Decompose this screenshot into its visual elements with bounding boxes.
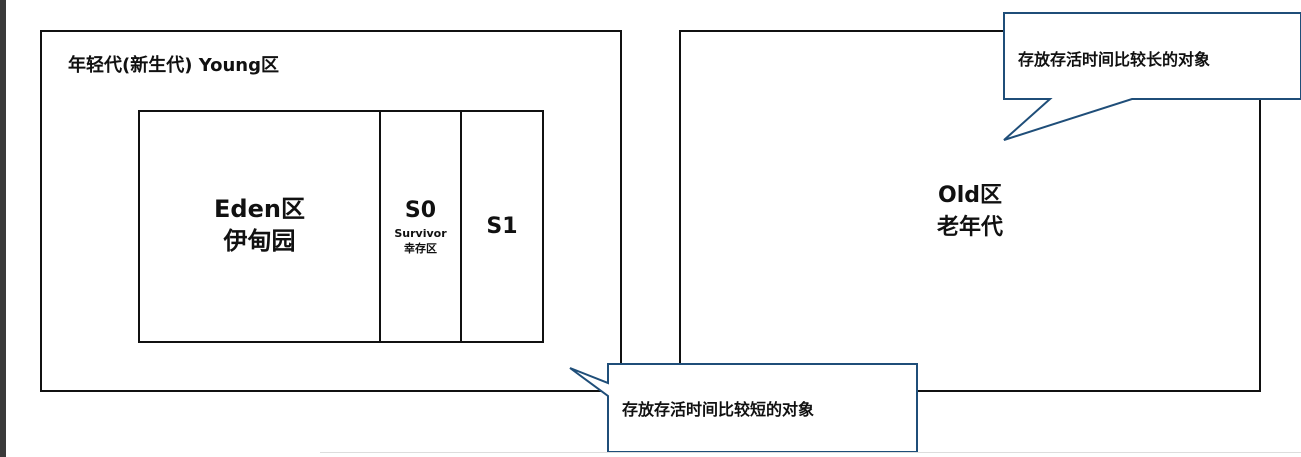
callout-short-lived-text: 存放存活时间比较短的对象: [622, 400, 815, 419]
callout-long-lived-bubble: [1003, 12, 1301, 141]
callout-long-lived-text: 存放存活时间比较长的对象: [1018, 50, 1211, 69]
bottom-divider: [320, 452, 1301, 453]
